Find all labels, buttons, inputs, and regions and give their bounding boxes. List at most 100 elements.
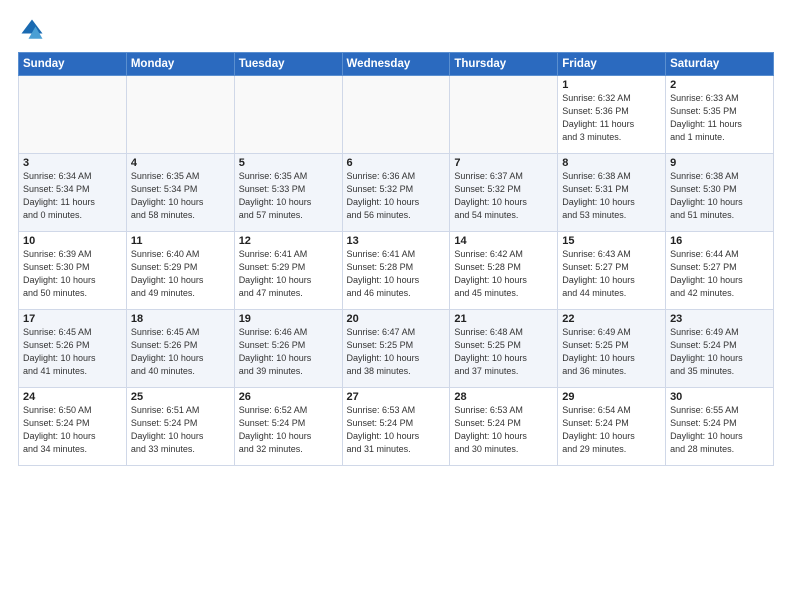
weekday-header-thursday: Thursday (450, 53, 558, 76)
day-number: 22 (562, 313, 661, 325)
day-info: Sunrise: 6:35 AM Sunset: 5:34 PM Dayligh… (131, 170, 230, 222)
day-cell: 24Sunrise: 6:50 AM Sunset: 5:24 PM Dayli… (19, 388, 127, 466)
day-number: 6 (347, 157, 446, 169)
day-info: Sunrise: 6:44 AM Sunset: 5:27 PM Dayligh… (670, 248, 769, 300)
calendar: SundayMondayTuesdayWednesdayThursdayFrid… (18, 52, 774, 466)
day-info: Sunrise: 6:40 AM Sunset: 5:29 PM Dayligh… (131, 248, 230, 300)
day-number: 20 (347, 313, 446, 325)
day-info: Sunrise: 6:50 AM Sunset: 5:24 PM Dayligh… (23, 404, 122, 456)
day-info: Sunrise: 6:32 AM Sunset: 5:36 PM Dayligh… (562, 92, 661, 144)
day-number: 27 (347, 391, 446, 403)
day-cell: 23Sunrise: 6:49 AM Sunset: 5:24 PM Dayli… (666, 310, 774, 388)
day-number: 12 (239, 235, 338, 247)
day-cell: 5Sunrise: 6:35 AM Sunset: 5:33 PM Daylig… (234, 154, 342, 232)
day-info: Sunrise: 6:52 AM Sunset: 5:24 PM Dayligh… (239, 404, 338, 456)
week-row-2: 3Sunrise: 6:34 AM Sunset: 5:34 PM Daylig… (19, 154, 774, 232)
day-number: 4 (131, 157, 230, 169)
day-number: 13 (347, 235, 446, 247)
day-number: 11 (131, 235, 230, 247)
day-number: 25 (131, 391, 230, 403)
day-number: 1 (562, 79, 661, 91)
day-number: 19 (239, 313, 338, 325)
day-info: Sunrise: 6:54 AM Sunset: 5:24 PM Dayligh… (562, 404, 661, 456)
day-number: 24 (23, 391, 122, 403)
day-cell: 25Sunrise: 6:51 AM Sunset: 5:24 PM Dayli… (126, 388, 234, 466)
day-cell: 9Sunrise: 6:38 AM Sunset: 5:30 PM Daylig… (666, 154, 774, 232)
day-cell: 18Sunrise: 6:45 AM Sunset: 5:26 PM Dayli… (126, 310, 234, 388)
day-cell: 8Sunrise: 6:38 AM Sunset: 5:31 PM Daylig… (558, 154, 666, 232)
day-cell: 11Sunrise: 6:40 AM Sunset: 5:29 PM Dayli… (126, 232, 234, 310)
day-number: 29 (562, 391, 661, 403)
day-info: Sunrise: 6:45 AM Sunset: 5:26 PM Dayligh… (131, 326, 230, 378)
day-cell: 4Sunrise: 6:35 AM Sunset: 5:34 PM Daylig… (126, 154, 234, 232)
page: SundayMondayTuesdayWednesdayThursdayFrid… (0, 0, 792, 612)
day-info: Sunrise: 6:38 AM Sunset: 5:30 PM Dayligh… (670, 170, 769, 222)
day-info: Sunrise: 6:35 AM Sunset: 5:33 PM Dayligh… (239, 170, 338, 222)
day-info: Sunrise: 6:41 AM Sunset: 5:28 PM Dayligh… (347, 248, 446, 300)
day-cell: 28Sunrise: 6:53 AM Sunset: 5:24 PM Dayli… (450, 388, 558, 466)
day-number: 5 (239, 157, 338, 169)
day-cell: 1Sunrise: 6:32 AM Sunset: 5:36 PM Daylig… (558, 76, 666, 154)
weekday-header-friday: Friday (558, 53, 666, 76)
day-info: Sunrise: 6:41 AM Sunset: 5:29 PM Dayligh… (239, 248, 338, 300)
day-number: 10 (23, 235, 122, 247)
day-cell: 13Sunrise: 6:41 AM Sunset: 5:28 PM Dayli… (342, 232, 450, 310)
day-cell: 10Sunrise: 6:39 AM Sunset: 5:30 PM Dayli… (19, 232, 127, 310)
day-info: Sunrise: 6:45 AM Sunset: 5:26 PM Dayligh… (23, 326, 122, 378)
day-number: 18 (131, 313, 230, 325)
day-info: Sunrise: 6:34 AM Sunset: 5:34 PM Dayligh… (23, 170, 122, 222)
day-cell: 16Sunrise: 6:44 AM Sunset: 5:27 PM Dayli… (666, 232, 774, 310)
day-cell: 14Sunrise: 6:42 AM Sunset: 5:28 PM Dayli… (450, 232, 558, 310)
week-row-3: 10Sunrise: 6:39 AM Sunset: 5:30 PM Dayli… (19, 232, 774, 310)
day-number: 17 (23, 313, 122, 325)
day-number: 15 (562, 235, 661, 247)
weekday-header-tuesday: Tuesday (234, 53, 342, 76)
day-info: Sunrise: 6:46 AM Sunset: 5:26 PM Dayligh… (239, 326, 338, 378)
day-cell: 22Sunrise: 6:49 AM Sunset: 5:25 PM Dayli… (558, 310, 666, 388)
weekday-header-saturday: Saturday (666, 53, 774, 76)
day-info: Sunrise: 6:33 AM Sunset: 5:35 PM Dayligh… (670, 92, 769, 144)
day-cell (450, 76, 558, 154)
day-number: 7 (454, 157, 553, 169)
day-info: Sunrise: 6:39 AM Sunset: 5:30 PM Dayligh… (23, 248, 122, 300)
day-number: 14 (454, 235, 553, 247)
logo (18, 16, 48, 44)
day-cell: 15Sunrise: 6:43 AM Sunset: 5:27 PM Dayli… (558, 232, 666, 310)
day-cell (126, 76, 234, 154)
weekday-row: SundayMondayTuesdayWednesdayThursdayFrid… (19, 53, 774, 76)
day-cell: 29Sunrise: 6:54 AM Sunset: 5:24 PM Dayli… (558, 388, 666, 466)
day-cell: 30Sunrise: 6:55 AM Sunset: 5:24 PM Dayli… (666, 388, 774, 466)
day-cell: 6Sunrise: 6:36 AM Sunset: 5:32 PM Daylig… (342, 154, 450, 232)
day-info: Sunrise: 6:43 AM Sunset: 5:27 PM Dayligh… (562, 248, 661, 300)
header (18, 16, 774, 44)
logo-icon (18, 16, 46, 44)
day-number: 21 (454, 313, 553, 325)
week-row-4: 17Sunrise: 6:45 AM Sunset: 5:26 PM Dayli… (19, 310, 774, 388)
day-info: Sunrise: 6:37 AM Sunset: 5:32 PM Dayligh… (454, 170, 553, 222)
day-cell (234, 76, 342, 154)
day-number: 2 (670, 79, 769, 91)
day-info: Sunrise: 6:42 AM Sunset: 5:28 PM Dayligh… (454, 248, 553, 300)
day-cell: 27Sunrise: 6:53 AM Sunset: 5:24 PM Dayli… (342, 388, 450, 466)
day-number: 28 (454, 391, 553, 403)
day-cell: 2Sunrise: 6:33 AM Sunset: 5:35 PM Daylig… (666, 76, 774, 154)
day-info: Sunrise: 6:48 AM Sunset: 5:25 PM Dayligh… (454, 326, 553, 378)
day-cell: 12Sunrise: 6:41 AM Sunset: 5:29 PM Dayli… (234, 232, 342, 310)
calendar-header: SundayMondayTuesdayWednesdayThursdayFrid… (19, 53, 774, 76)
day-info: Sunrise: 6:53 AM Sunset: 5:24 PM Dayligh… (347, 404, 446, 456)
day-info: Sunrise: 6:38 AM Sunset: 5:31 PM Dayligh… (562, 170, 661, 222)
day-info: Sunrise: 6:49 AM Sunset: 5:24 PM Dayligh… (670, 326, 769, 378)
day-info: Sunrise: 6:47 AM Sunset: 5:25 PM Dayligh… (347, 326, 446, 378)
day-cell: 20Sunrise: 6:47 AM Sunset: 5:25 PM Dayli… (342, 310, 450, 388)
week-row-5: 24Sunrise: 6:50 AM Sunset: 5:24 PM Dayli… (19, 388, 774, 466)
day-cell: 3Sunrise: 6:34 AM Sunset: 5:34 PM Daylig… (19, 154, 127, 232)
day-info: Sunrise: 6:53 AM Sunset: 5:24 PM Dayligh… (454, 404, 553, 456)
weekday-header-monday: Monday (126, 53, 234, 76)
day-number: 26 (239, 391, 338, 403)
day-cell (342, 76, 450, 154)
day-cell: 7Sunrise: 6:37 AM Sunset: 5:32 PM Daylig… (450, 154, 558, 232)
day-number: 30 (670, 391, 769, 403)
day-number: 16 (670, 235, 769, 247)
day-info: Sunrise: 6:36 AM Sunset: 5:32 PM Dayligh… (347, 170, 446, 222)
day-cell: 26Sunrise: 6:52 AM Sunset: 5:24 PM Dayli… (234, 388, 342, 466)
